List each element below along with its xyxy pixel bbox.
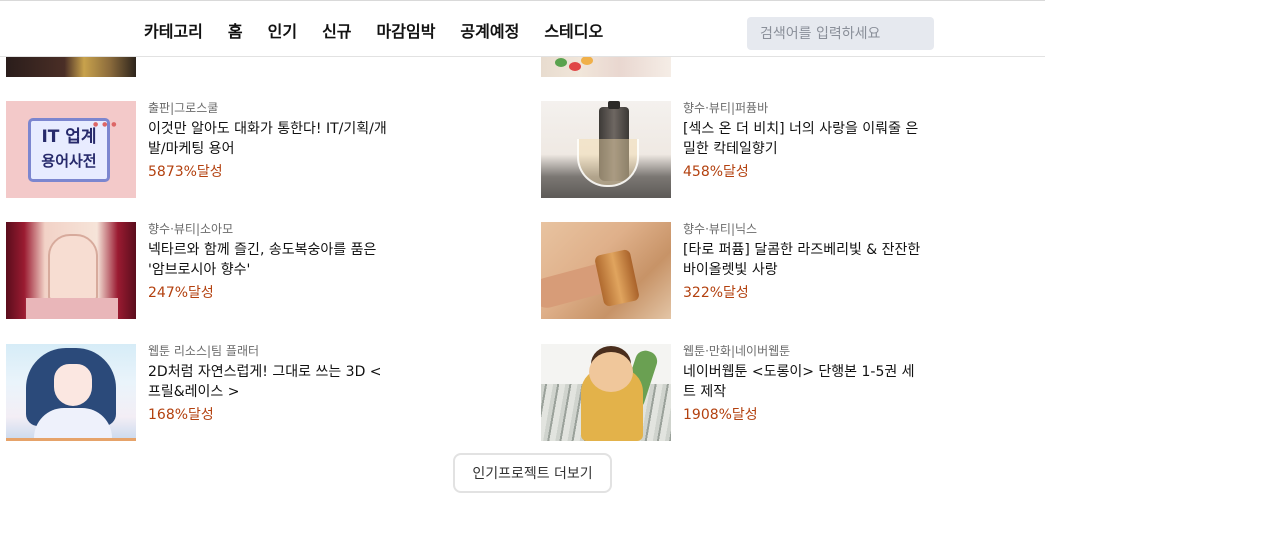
project-title[interactable]: 이것만 알아도 대화가 통한다! IT/기획/개발/마케팅 용어 <box>148 119 388 159</box>
project-info: 향수·뷰티|퍼퓸바 [섹스 온 더 비치] 너의 사랑을 이뤄줄 은밀한 칵테일… <box>683 101 923 181</box>
thumbnail-accent-bar <box>6 438 136 441</box>
anime-frill-thumbnail[interactable] <box>6 344 136 441</box>
perfume-cocktail-thumbnail[interactable] <box>541 101 671 198</box>
project-category: 향수·뷰티|퍼퓸바 <box>683 101 769 115</box>
nav-upcoming[interactable]: 공계예정 <box>460 21 519 43</box>
character-face <box>54 364 92 406</box>
funding-rate: 5873%달성 <box>148 164 223 180</box>
thumbnail-text-line1: IT 업계 <box>41 127 97 147</box>
ambrosia-perfume-thumbnail[interactable] <box>6 222 136 319</box>
project-info: 향수·뷰티|닉스 [타로 퍼퓸] 달콤한 라즈베리빛 & 잔잔한 바이올렛빛 사… <box>683 222 923 302</box>
nav-home[interactable]: 홈 <box>228 21 243 43</box>
nav-closing-soon[interactable]: 마감임박 <box>377 21 436 43</box>
project-title[interactable]: 넥타르와 함께 즐긴, 송도복숭아를 품은 '암브로시아 향수' <box>148 240 388 280</box>
cocktail-glass-icon <box>577 139 639 187</box>
more-popular-projects-button[interactable]: 인기프로젝트 더보기 <box>453 453 612 493</box>
display-stand <box>26 298 118 319</box>
project-info: 출판|그로스쿨 이것만 알아도 대화가 통한다! IT/기획/개발/마케팅 용어… <box>148 101 388 181</box>
project-card[interactable]: 향수·뷰티|퍼퓸바 [섹스 온 더 비치] 너의 사랑을 이뤄줄 은밀한 칵테일… <box>541 101 921 198</box>
character-head <box>589 352 633 392</box>
project-category: 웹툰·만화|네이버웹툰 <box>683 344 791 358</box>
webtoon-doroong-thumbnail[interactable] <box>541 344 671 441</box>
decorative-dots: ● ● ● <box>93 121 118 128</box>
perfume-bottle-icon <box>593 248 641 308</box>
project-title[interactable]: [타로 퍼퓸] 달콤한 라즈베리빛 & 잔잔한 바이올렛빛 사랑 <box>683 240 923 280</box>
project-info: 웹툰·만화|네이버웹툰 네이버웹툰 <도롱이> 단행본 1-5권 세트 제작 1… <box>683 344 923 424</box>
main-nav: 카테고리 홈 인기 신규 마감임박 공계예정 스테디오 <box>144 21 628 43</box>
nav-steady[interactable]: 스테디오 <box>544 21 603 43</box>
project-info: 향수·뷰티|소아모 넥타르와 함께 즐긴, 송도복숭아를 품은 '암브로시아 향… <box>148 222 388 302</box>
project-card[interactable]: 향수·뷰티|소아모 넥타르와 함께 즐긴, 송도복숭아를 품은 '암브로시아 향… <box>6 222 386 319</box>
project-category: 출판|그로스쿨 <box>148 101 219 115</box>
nav-category[interactable]: 카테고리 <box>144 21 203 43</box>
funding-rate: 458%달성 <box>683 164 749 180</box>
search-input[interactable] <box>747 17 934 50</box>
project-card[interactable]: IT 업계 용어사전 ● ● ● 출판|그로스쿨 이것만 알아도 대화가 통한다… <box>6 101 388 198</box>
funding-rate: 168%달성 <box>148 407 214 423</box>
project-title[interactable]: 2D처럼 자연스럽게! 그대로 쓰는 3D < 프릴&레이스 > <box>148 362 388 402</box>
project-card[interactable]: 웹툰 리소스|팀 플래터 2D처럼 자연스럽게! 그대로 쓰는 3D < 프릴&… <box>6 344 386 441</box>
project-category: 향수·뷰티|닉스 <box>683 222 758 236</box>
project-card[interactable]: 향수·뷰티|닉스 [타로 퍼퓸] 달콤한 라즈베리빛 & 잔잔한 바이올렛빛 사… <box>541 222 921 319</box>
project-title[interactable]: 네이버웹툰 <도롱이> 단행본 1-5권 세트 제작 <box>683 362 923 402</box>
project-info: 웹툰 리소스|팀 플래터 2D처럼 자연스럽게! 그대로 쓰는 3D < 프릴&… <box>148 344 388 424</box>
it-dictionary-thumbnail[interactable]: IT 업계 용어사전 ● ● ● <box>6 101 136 198</box>
thumbnail-text-line2: 용어사전 <box>41 152 97 170</box>
funding-rate: 1908%달성 <box>683 407 758 423</box>
tarot-perfume-thumbnail[interactable] <box>541 222 671 319</box>
funding-rate: 322%달성 <box>683 285 749 301</box>
project-card[interactable]: 웹툰·만화|네이버웹툰 네이버웹툰 <도롱이> 단행본 1-5권 세트 제작 1… <box>541 344 921 441</box>
project-category: 웹툰 리소스|팀 플래터 <box>148 344 260 358</box>
project-title[interactable]: [섹스 온 더 비치] 너의 사랑을 이뤄줄 은밀한 칵테일향기 <box>683 119 923 159</box>
funding-rate: 247%달성 <box>148 285 214 301</box>
project-category: 향수·뷰티|소아모 <box>148 222 234 236</box>
ornate-frame-icon <box>48 234 98 300</box>
nav-new[interactable]: 신규 <box>322 21 351 43</box>
top-header: 카테고리 홈 인기 신규 마감임박 공계예정 스테디오 <box>0 0 1045 57</box>
nav-popular[interactable]: 인기 <box>268 21 297 43</box>
